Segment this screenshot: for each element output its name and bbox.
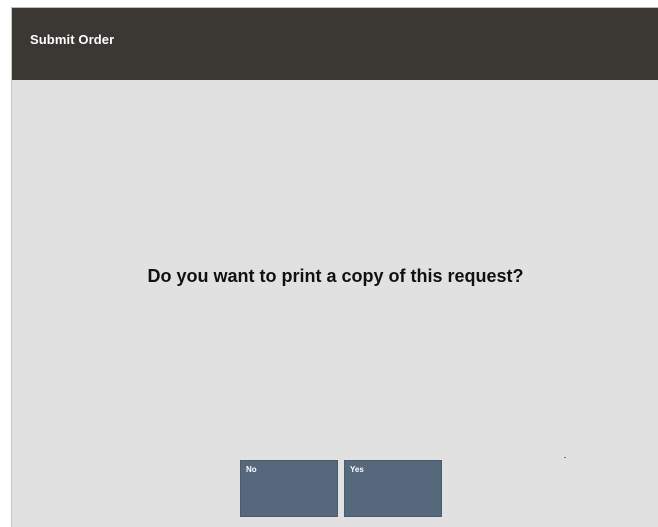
no-button[interactable]: No xyxy=(240,460,338,517)
yes-button-label: Yes xyxy=(350,465,364,474)
title-bar: Submit Order xyxy=(12,8,658,80)
print-request-prompt: Do you want to print a copy of this requ… xyxy=(147,266,524,286)
no-button-label: No xyxy=(246,465,257,474)
page-title: Submit Order xyxy=(30,32,115,47)
yes-button[interactable]: Yes xyxy=(344,460,442,517)
decorative-mark xyxy=(564,457,566,458)
submit-order-screen: Submit Order Do you want to print a copy… xyxy=(11,8,658,527)
